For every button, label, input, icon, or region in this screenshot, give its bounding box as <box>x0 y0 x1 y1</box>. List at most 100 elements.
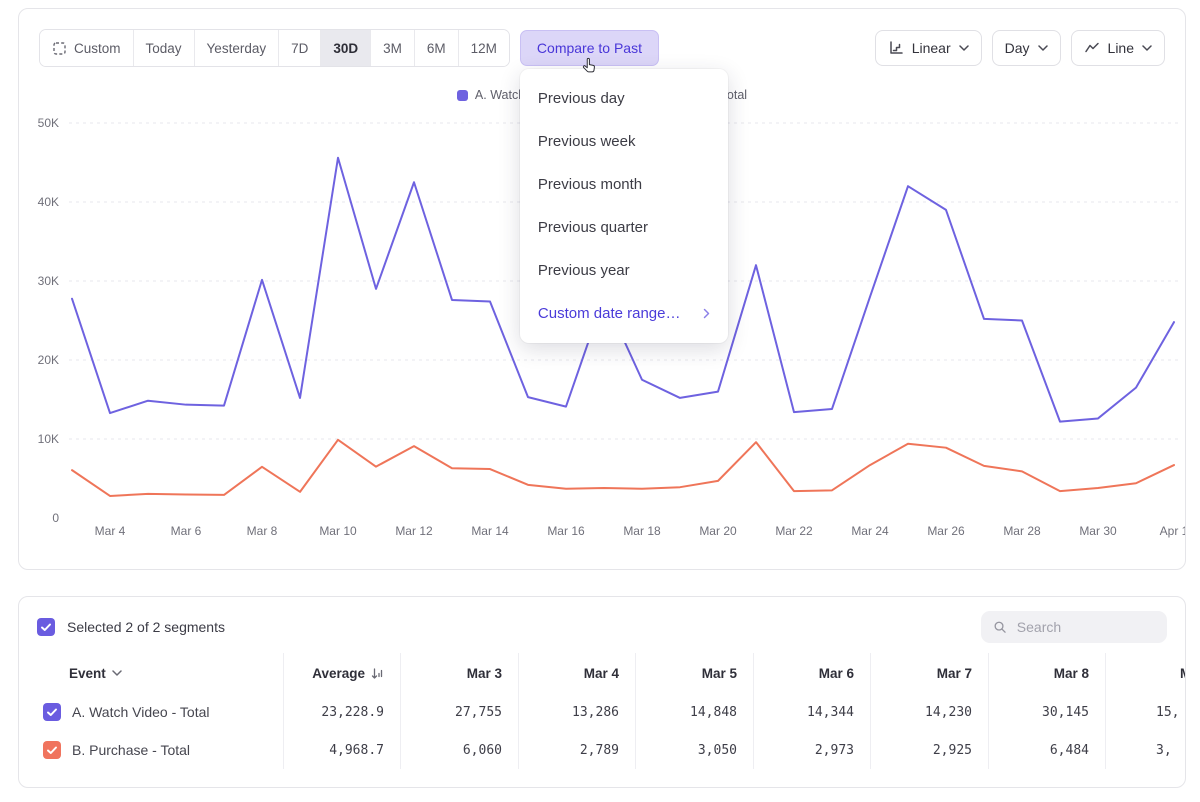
preset-label: 12M <box>471 41 497 56</box>
preset-label: 6M <box>427 41 446 56</box>
svg-text:Mar 6: Mar 6 <box>171 524 202 538</box>
column-header-label: Event <box>69 666 106 681</box>
svg-text:Mar 10: Mar 10 <box>319 524 357 538</box>
preset-custom[interactable]: Custom <box>40 30 134 66</box>
table-row: B. Purchase - Total 4,968.7 6,060 2,789 … <box>19 731 1185 769</box>
chart-type-label: Line <box>1108 40 1134 56</box>
cell-mar-4: 13,286 <box>519 693 636 731</box>
svg-text:Mar 20: Mar 20 <box>699 524 737 538</box>
event-name: A. Watch Video - Total <box>72 704 209 720</box>
svg-text:Mar 8: Mar 8 <box>247 524 278 538</box>
cell-clipped: 15, <box>1106 693 1186 731</box>
column-header-mar-8[interactable]: Mar 8 <box>989 653 1106 693</box>
interval-label: Day <box>1005 40 1030 56</box>
interval-dropdown-button[interactable]: Day <box>992 30 1061 66</box>
preset-today[interactable]: Today <box>134 30 195 66</box>
cell-mar-6: 14,344 <box>754 693 871 731</box>
preset-label: 7D <box>291 41 308 56</box>
row-checkbox[interactable] <box>43 703 61 721</box>
table-top-bar: Selected 2 of 2 segments <box>19 597 1185 653</box>
svg-text:Mar 26: Mar 26 <box>927 524 965 538</box>
check-icon <box>46 706 58 718</box>
event-name: B. Purchase - Total <box>72 742 190 758</box>
preset-label: Custom <box>74 41 121 56</box>
menu-item-previous-year[interactable]: Previous year <box>520 249 728 292</box>
linear-scale-icon <box>888 40 904 56</box>
cell-clipped: 3, <box>1106 731 1186 769</box>
svg-text:Mar 24: Mar 24 <box>851 524 889 538</box>
chevron-down-icon <box>1142 45 1152 51</box>
cell-mar-6: 2,973 <box>754 731 871 769</box>
compare-to-past-button[interactable]: Compare to Past <box>520 30 659 66</box>
segments-table-panel: Selected 2 of 2 segments Event Average M… <box>18 596 1186 788</box>
svg-text:0: 0 <box>52 511 59 525</box>
row-checkbox[interactable] <box>43 741 61 759</box>
preset-6m[interactable]: 6M <box>415 30 459 66</box>
menu-item-previous-quarter[interactable]: Previous quarter <box>520 206 728 249</box>
menu-item-custom-date-range[interactable]: Custom date range… <box>520 292 728 335</box>
chart-controls: Linear Day Line <box>875 30 1165 66</box>
compare-to-past-wrapper: Compare to Past Previous day Previous we… <box>520 30 659 66</box>
column-header-mar-4[interactable]: Mar 4 <box>519 653 636 693</box>
legend-swatch <box>457 90 468 101</box>
column-header-clipped[interactable]: M <box>1106 653 1186 693</box>
column-header-event[interactable]: Event <box>19 653 284 693</box>
svg-text:Mar 30: Mar 30 <box>1079 524 1117 538</box>
column-header-mar-5[interactable]: Mar 5 <box>636 653 754 693</box>
search-icon <box>993 619 1007 635</box>
search-input[interactable] <box>1015 618 1155 636</box>
preset-label: 3M <box>383 41 402 56</box>
svg-text:50K: 50K <box>38 116 59 130</box>
menu-item-previous-month[interactable]: Previous month <box>520 163 728 206</box>
svg-text:20K: 20K <box>38 353 59 367</box>
check-icon <box>40 621 52 633</box>
cell-mar-5: 3,050 <box>636 731 754 769</box>
column-header-mar-7[interactable]: Mar 7 <box>871 653 989 693</box>
scale-label: Linear <box>912 40 951 56</box>
chevron-down-icon <box>959 45 969 51</box>
preset-label: 30D <box>333 41 358 56</box>
cell-mar-8: 30,145 <box>989 693 1106 731</box>
compare-menu: Previous day Previous week Previous mont… <box>520 69 728 343</box>
cell-mar-3: 27,755 <box>401 693 519 731</box>
preset-12m[interactable]: 12M <box>459 30 509 66</box>
chevron-right-icon <box>703 308 710 319</box>
scale-dropdown-button[interactable]: Linear <box>875 30 982 66</box>
menu-item-previous-week[interactable]: Previous week <box>520 120 728 163</box>
chevron-down-icon <box>1038 45 1048 51</box>
cell-mar-7: 14,230 <box>871 693 989 731</box>
menu-item-previous-day[interactable]: Previous day <box>520 77 728 120</box>
menu-item-label: Custom date range… <box>538 305 681 322</box>
chart-panel: Custom Today Yesterday 7D 30D 3M 6M 12M … <box>18 8 1186 570</box>
preset-7d[interactable]: 7D <box>279 30 321 66</box>
preset-3m[interactable]: 3M <box>371 30 415 66</box>
chart-toolbar: Custom Today Yesterday 7D 30D 3M 6M 12M … <box>19 9 1185 67</box>
line-chart-icon <box>1084 40 1100 56</box>
select-all-checkbox[interactable] <box>37 618 55 636</box>
table-header-row: Event Average Mar 3 Mar 4 Mar 5 Mar 6 Ma… <box>19 653 1185 693</box>
cell-mar-8: 6,484 <box>989 731 1106 769</box>
svg-text:Mar 18: Mar 18 <box>623 524 661 538</box>
cell-mar-5: 14,848 <box>636 693 754 731</box>
column-header-mar-6[interactable]: Mar 6 <box>754 653 871 693</box>
column-header-mar-3[interactable]: Mar 3 <box>401 653 519 693</box>
preset-label: Yesterday <box>207 41 267 56</box>
svg-text:Mar 4: Mar 4 <box>95 524 126 538</box>
search-box[interactable] <box>981 611 1167 643</box>
svg-text:Mar 12: Mar 12 <box>395 524 433 538</box>
cell-mar-7: 2,925 <box>871 731 989 769</box>
date-preset-group: Custom Today Yesterday 7D 30D 3M 6M 12M <box>39 29 510 67</box>
chevron-down-icon <box>112 670 122 676</box>
column-header-average[interactable]: Average <box>284 653 401 693</box>
preset-yesterday[interactable]: Yesterday <box>195 30 280 66</box>
svg-text:Mar 14: Mar 14 <box>471 524 509 538</box>
svg-text:10K: 10K <box>38 432 59 446</box>
column-header-label: Average <box>312 666 365 681</box>
preset-30d[interactable]: 30D <box>321 30 371 66</box>
custom-range-icon <box>52 41 67 56</box>
check-icon <box>46 744 58 756</box>
sort-descending-icon <box>371 667 384 680</box>
svg-text:40K: 40K <box>38 195 59 209</box>
chart-type-dropdown-button[interactable]: Line <box>1071 30 1165 66</box>
selected-count-label: Selected 2 of 2 segments <box>67 619 225 635</box>
